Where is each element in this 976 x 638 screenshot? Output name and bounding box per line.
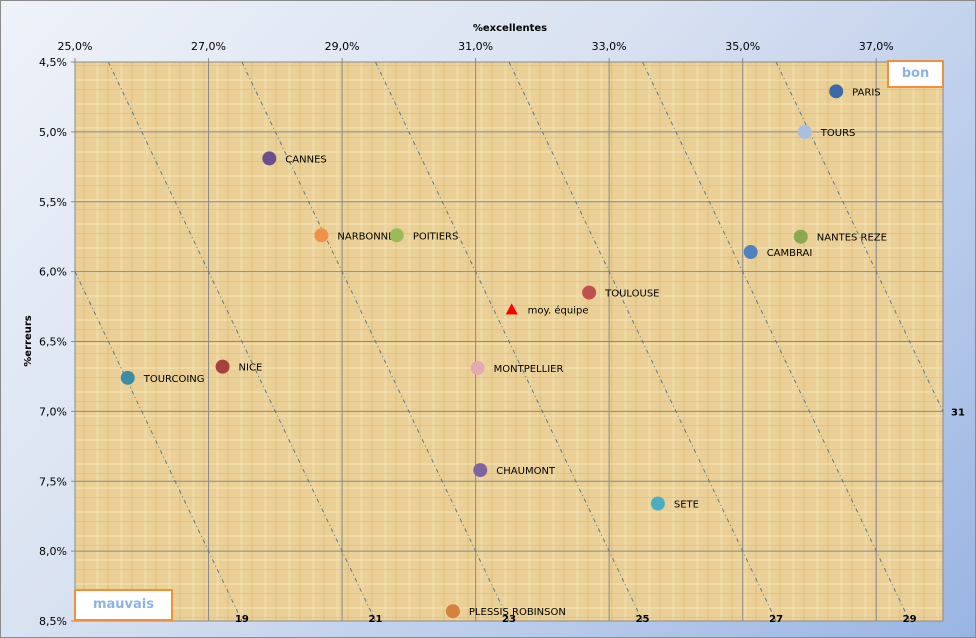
point-marker (829, 84, 844, 99)
point-label: CANNES (285, 154, 326, 165)
point-label: CAMBRAI (767, 248, 813, 259)
point-marker (215, 359, 230, 374)
x-tick-label: 35,0% (725, 40, 760, 53)
point-marker (470, 361, 485, 376)
iso-line-label: 21 (369, 614, 383, 625)
x-tick-label: 27,0% (191, 40, 226, 53)
point-label: SETE (674, 500, 699, 511)
x-axis-title: %excellentes (473, 23, 547, 34)
y-axis-title: %erreurs (23, 315, 34, 366)
scatter-chart: 19 21 23 25 27 2931 25,0% 27,0% 29,0% 31,0% 33,0%… (23, 23, 965, 628)
point-label: PLESSIS ROBINSON (469, 607, 566, 618)
point-marker (389, 228, 404, 243)
y-tick-label: 5,0% (39, 126, 67, 139)
point-label: moy. équipe (528, 304, 589, 316)
iso-line-label: 25 (636, 614, 650, 625)
point-label: NANTES REZE (817, 233, 887, 244)
x-tick-label: 33,0% (592, 40, 627, 53)
x-tick-label: 25,0% (58, 40, 93, 53)
good-label: bon (887, 60, 944, 88)
point-marker (314, 228, 329, 243)
point-label: NICE (239, 363, 263, 374)
y-tick-label: 7,5% (39, 475, 67, 488)
y-tick-label: 8,0% (39, 545, 67, 558)
y-tick-label: 6,0% (39, 266, 67, 279)
y-tick-label: 7,0% (39, 405, 67, 418)
point-marker (120, 370, 135, 385)
y-tick-label: 8,5% (39, 615, 67, 628)
point-marker (473, 463, 488, 478)
point-label: PARIS (852, 87, 880, 98)
point-label: TOURCOING (143, 374, 205, 385)
point-label: POITIERS (413, 231, 459, 242)
iso-line-label: 19 (235, 614, 249, 625)
point-marker (582, 285, 597, 300)
point-marker (262, 151, 277, 166)
point-marker (445, 604, 460, 619)
point-marker (797, 124, 812, 139)
y-tick-label: 6,5% (39, 336, 67, 349)
iso-line-label: 31 (951, 407, 965, 418)
point-marker (793, 229, 808, 244)
iso-line-label: 29 (903, 614, 917, 625)
point-label: CHAUMONT (496, 466, 556, 477)
point-label: NARBONNE (337, 231, 394, 242)
x-tick-label: 37,0% (859, 40, 894, 53)
point-marker (650, 496, 665, 511)
y-tick-label: 4,5% (39, 56, 67, 69)
x-tick-label: 29,0% (325, 40, 360, 53)
bad-label: mauvais (74, 589, 173, 621)
point-marker (743, 245, 758, 260)
point-label: TOULOUSE (604, 289, 659, 300)
point-label: TOURS (820, 128, 856, 139)
iso-line-label: 27 (769, 614, 783, 625)
point-label: MONTPELLIER (494, 364, 564, 375)
y-tick-label: 5,5% (39, 196, 67, 209)
x-tick-label: 31,0% (458, 40, 493, 53)
